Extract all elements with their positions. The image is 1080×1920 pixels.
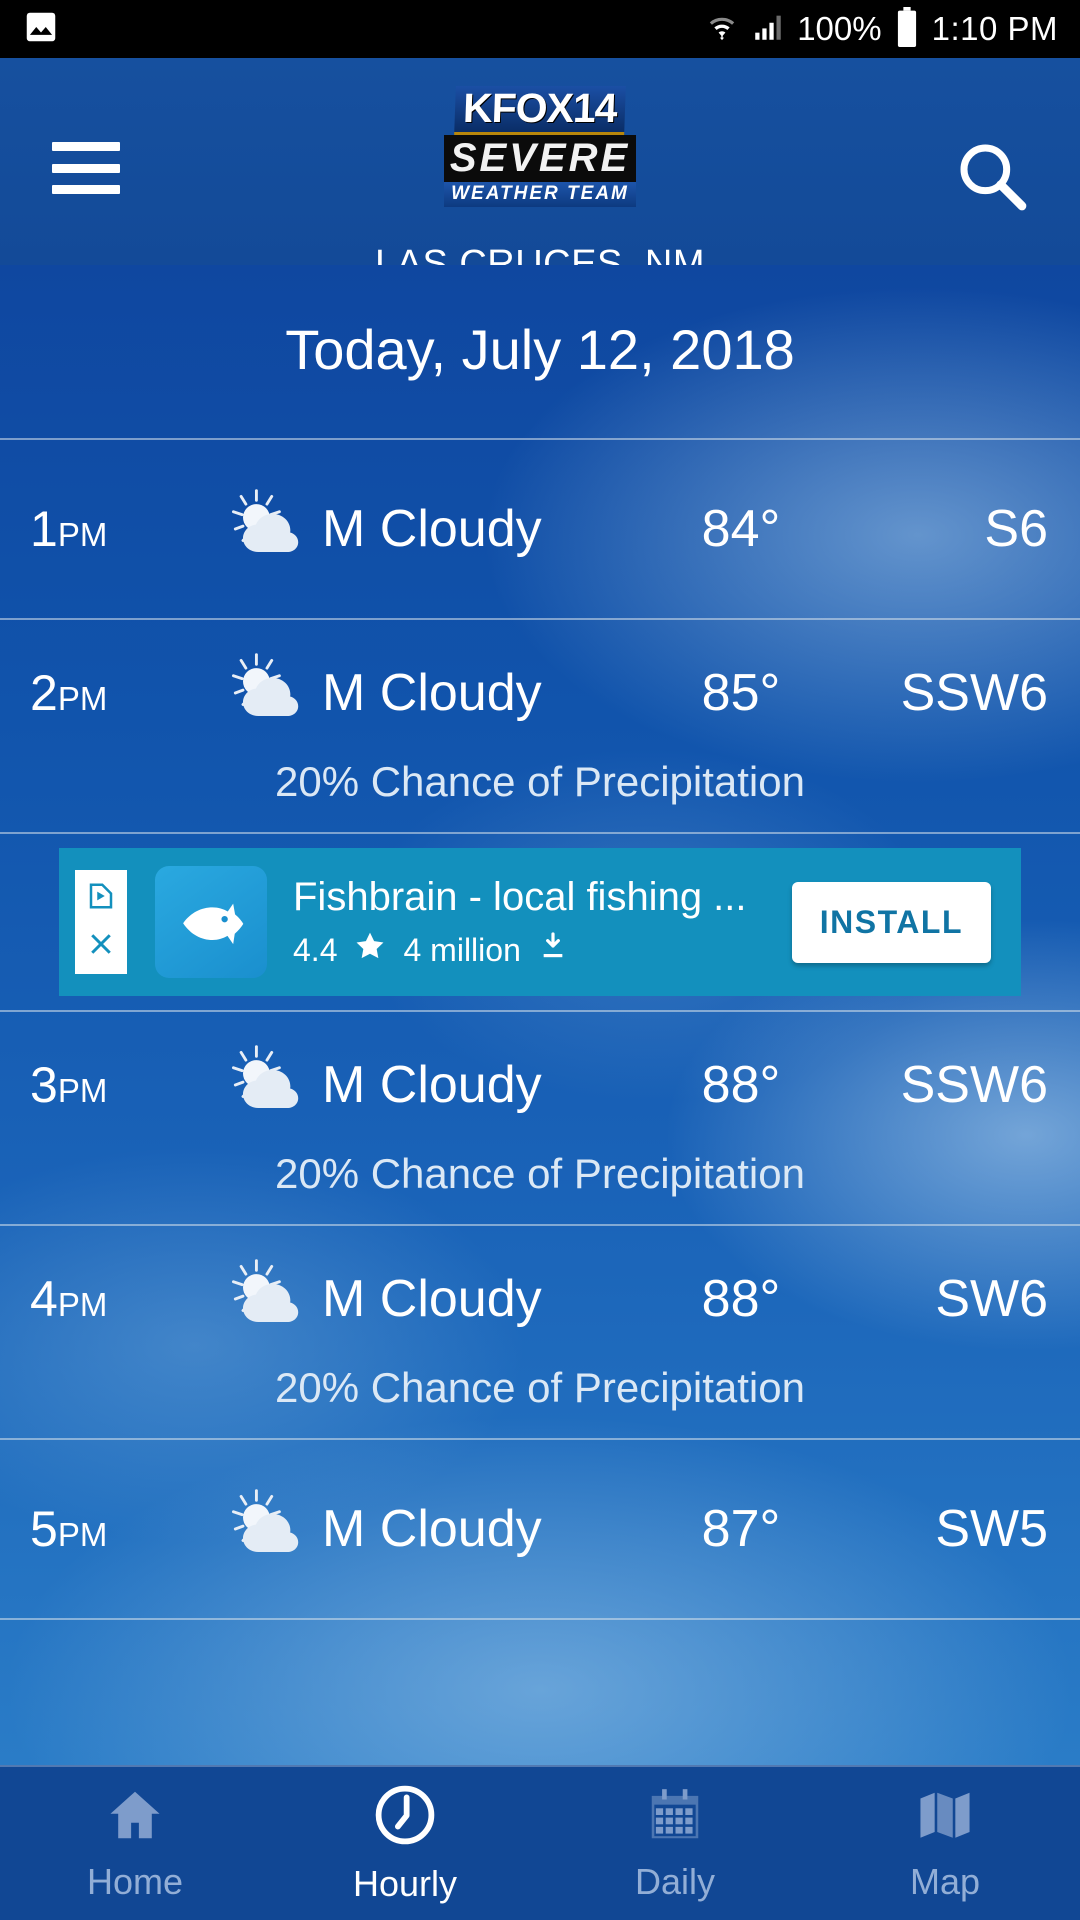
hamburger-bar	[52, 163, 120, 173]
ad-title: Fishbrain - local fishing ...	[293, 875, 747, 919]
hourly-row[interactable]: 4PM M Cloudy 88° SW6 20% Chance of Preci…	[0, 1226, 1080, 1440]
hour-number: 3	[30, 1057, 58, 1113]
mostly-cloudy-icon	[216, 1253, 316, 1345]
hour-precipitation: 20% Chance of Precipitation	[275, 1364, 805, 1411]
ad-banner[interactable]: Fishbrain - local fishing ... 4.4 4 mill…	[59, 848, 1021, 996]
hourly-row-main: 3PM M Cloudy 88° SSW6	[0, 1012, 1080, 1158]
wifi-icon	[705, 10, 739, 49]
kfox14-logo[interactable]: KFOX14 SEVERE WEATHER TEAM	[425, 85, 655, 207]
hour-wind: SW6	[935, 1270, 1048, 1328]
battery-full-icon	[894, 6, 920, 52]
hour-precipitation: 20% Chance of Precipitation	[275, 758, 805, 805]
hour-ampm: PM	[57, 1072, 108, 1109]
hour-time: 2PM	[30, 664, 216, 722]
hour-temperature: 88°	[701, 1056, 781, 1114]
hourly-row-main: 1PM M Cloudy 84° S6	[0, 440, 1080, 618]
hour-condition: M Cloudy	[322, 1270, 542, 1328]
hourly-row[interactable]: 2PM M Cloudy 85° SSW6 20% Chance of Prec…	[0, 620, 1080, 834]
hour-number: 4	[30, 1271, 58, 1327]
ad-controls[interactable]	[75, 870, 127, 974]
hamburger-bar	[52, 142, 120, 151]
clock-icon	[372, 1782, 438, 1853]
hourly-row-main: 4PM M Cloudy 88° SW6	[0, 1226, 1080, 1372]
star-icon	[353, 929, 387, 971]
hourly-row[interactable]: 3PM M Cloudy 88° SSW6 20% Chance of Prec…	[0, 1012, 1080, 1226]
calendar-icon	[644, 1784, 706, 1851]
hour-temperature: 87°	[701, 1500, 781, 1558]
hour-temperature: 85°	[701, 664, 781, 722]
hour-number: 5	[30, 1501, 58, 1557]
hourly-rows-list: 1PM M Cloudy 84° S6 2PM M Cloudy 85° SSW…	[0, 440, 1080, 1620]
nav-item-label: Map	[909, 1861, 981, 1902]
hamburger-menu-icon[interactable]	[52, 142, 120, 194]
mostly-cloudy-icon	[216, 483, 316, 575]
hour-wind: S6	[984, 500, 1048, 558]
hamburger-bar	[52, 185, 120, 194]
nav-item-label: Home	[86, 1861, 184, 1902]
hour-time: 5PM	[30, 1500, 216, 1558]
logo-line-severe: SEVERE	[444, 135, 636, 182]
mostly-cloudy-icon	[216, 1483, 316, 1575]
nav-item-label: Daily	[634, 1861, 715, 1902]
mostly-cloudy-icon	[216, 647, 316, 739]
logo-line-weather-team: WEATHER TEAM	[444, 182, 636, 207]
ad-meta: 4.4 4 million	[293, 929, 792, 971]
hour-wind: SW5	[935, 1500, 1048, 1558]
status-bar-left	[22, 8, 60, 51]
clock-label: 1:10 PM	[931, 10, 1058, 47]
hour-ampm: PM	[57, 1286, 108, 1323]
hour-condition: M Cloudy	[322, 500, 542, 558]
hour-time: 1PM	[30, 500, 216, 558]
hour-temperature: 88°	[701, 1270, 781, 1328]
hour-wind: SSW6	[900, 664, 1048, 722]
battery-percent-label: 100%	[797, 10, 882, 47]
ad-downloads: 4 million	[403, 931, 521, 968]
hourly-row-main: 2PM M Cloudy 85° SSW6	[0, 620, 1080, 766]
nav-item-label: Hourly	[352, 1863, 458, 1904]
hourly-row[interactable]: 5PM M Cloudy 87° SW5	[0, 1440, 1080, 1620]
home-icon	[104, 1784, 166, 1851]
search-icon[interactable]	[952, 136, 1032, 216]
hour-precipitation: 20% Chance of Precipitation	[275, 1150, 805, 1197]
hour-time: 4PM	[30, 1270, 216, 1328]
install-button[interactable]: INSTALL	[791, 881, 991, 963]
map-icon	[914, 1784, 976, 1851]
hour-temperature: 84°	[701, 500, 781, 558]
image-icon	[22, 8, 60, 51]
ad-text-block: Fishbrain - local fishing ... 4.4 4 mill…	[293, 873, 792, 971]
ad-rating: 4.4	[293, 931, 338, 968]
hour-ampm: PM	[57, 1516, 108, 1553]
hour-condition: M Cloudy	[322, 1500, 542, 1558]
app-header: KFOX14 SEVERE WEATHER TEAM LAS CRUCES, N…	[0, 58, 1080, 285]
hourly-row[interactable]: 1PM M Cloudy 84° S6	[0, 440, 1080, 620]
logo-line-kfox14: KFOX14	[454, 85, 626, 135]
hour-number: 1	[30, 501, 58, 557]
hour-time: 3PM	[30, 1056, 216, 1114]
hourly-forecast-panel: Today, July 12, 2018 1PM M Cloudy 84° S6…	[0, 265, 1080, 1765]
hourly-row-main: 5PM M Cloudy 87° SW5	[0, 1440, 1080, 1618]
nav-item-map[interactable]: Map	[810, 1784, 1080, 1903]
fish-app-icon	[155, 866, 267, 978]
nav-item-home[interactable]: Home	[0, 1784, 270, 1903]
status-bar-right: 100% 1:10 PM	[705, 6, 1058, 52]
hour-ampm: PM	[57, 516, 108, 553]
advertisement-slot[interactable]: Fishbrain - local fishing ... 4.4 4 mill…	[0, 834, 1080, 1012]
hour-wind: SSW6	[900, 1056, 1048, 1114]
hour-ampm: PM	[57, 680, 108, 717]
hour-number: 2	[30, 665, 58, 721]
bottom-navigation-bar: Home Hourly Daily Map	[0, 1765, 1080, 1920]
mostly-cloudy-icon	[216, 1039, 316, 1131]
status-bar: 100% 1:10 PM	[0, 0, 1080, 58]
close-icon[interactable]	[86, 929, 116, 964]
cell-signal-icon	[751, 10, 785, 49]
date-header: Today, July 12, 2018	[0, 265, 1080, 440]
nav-item-hourly[interactable]: Hourly	[270, 1782, 540, 1905]
download-icon	[537, 930, 569, 970]
adchoices-icon[interactable]	[86, 881, 116, 916]
hour-condition: M Cloudy	[322, 1056, 542, 1114]
nav-item-daily[interactable]: Daily	[540, 1784, 810, 1903]
hour-condition: M Cloudy	[322, 664, 542, 722]
